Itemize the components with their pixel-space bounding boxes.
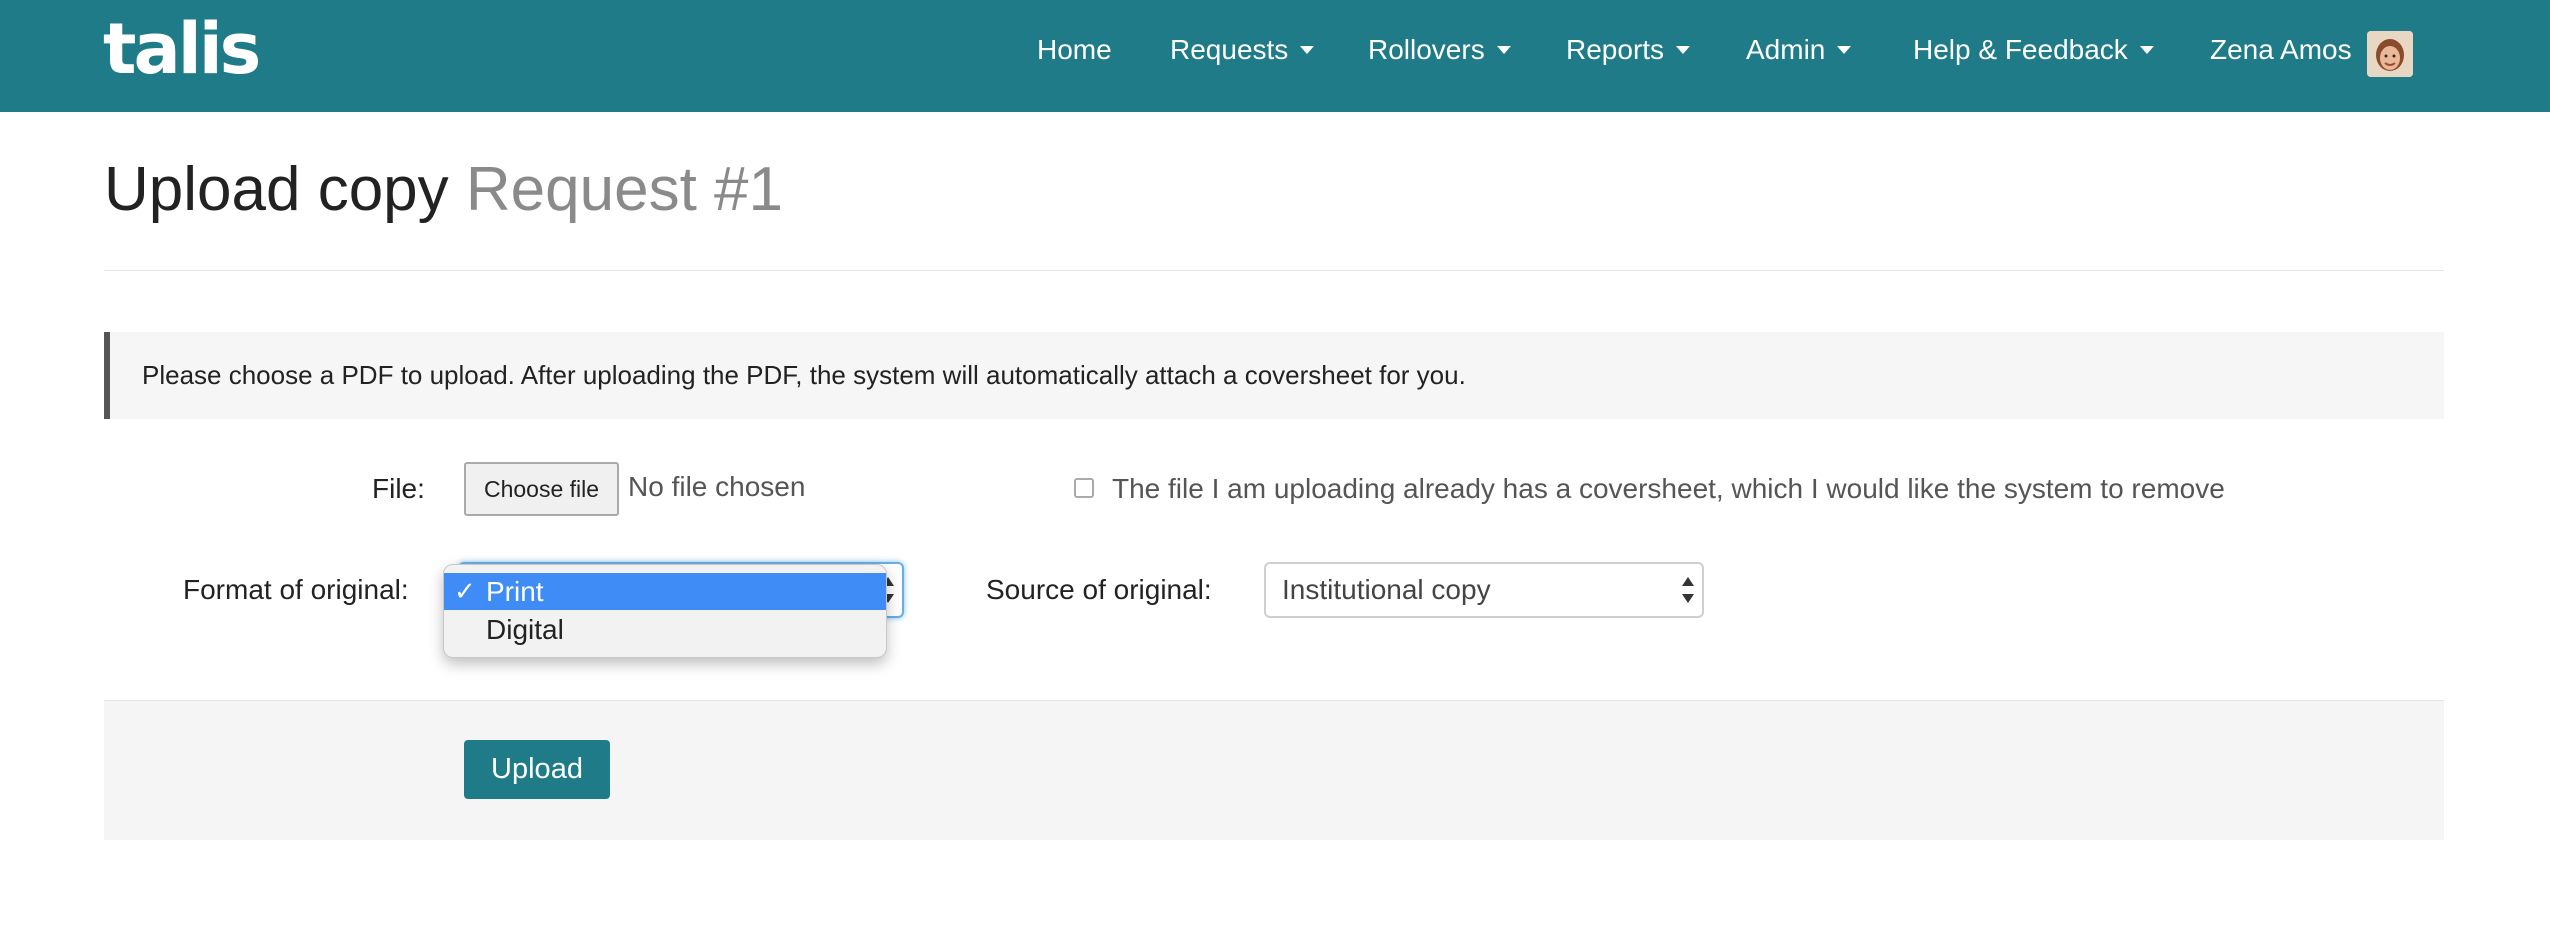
chevron-down-icon (1496, 45, 1511, 54)
nav-home[interactable]: Home (1037, 0, 1112, 100)
file-status: No file chosen (628, 471, 806, 502)
checkmark-icon: ✓ (454, 576, 476, 606)
choose-file-button[interactable]: Choose file (464, 462, 619, 516)
nav-rollovers[interactable]: Rollovers (1368, 0, 1511, 100)
chevron-down-icon (2139, 45, 2154, 54)
format-label: Format of original: (183, 574, 409, 605)
nav-admin[interactable]: Admin (1746, 0, 1852, 100)
format-dropdown-menu: ✓ Print Digital (443, 564, 887, 658)
source-select[interactable]: Institutional copy (1264, 562, 1704, 618)
nav-requests-label: Requests (1170, 34, 1289, 65)
title-divider (104, 270, 2444, 271)
form-actions-bar (104, 700, 2444, 840)
source-select-value: Institutional copy (1282, 574, 1491, 605)
nav-reports-label: Reports (1566, 34, 1665, 65)
nav-help-feedback[interactable]: Help & Feedback (1913, 0, 2154, 100)
page-title-main: Upload copy (104, 155, 449, 224)
page-title: Upload copy Request #1 (104, 150, 783, 230)
source-label: Source of original: (986, 574, 1212, 605)
file-label: File: (372, 473, 425, 504)
chevron-down-icon (1300, 45, 1315, 54)
remove-coversheet-checkbox[interactable] (1074, 478, 1094, 498)
page-subtitle: Request #1 (465, 155, 784, 224)
format-option-label: Print (486, 576, 544, 607)
nav-help-label: Help & Feedback (1913, 34, 2128, 65)
avatar[interactable] (2367, 31, 2413, 77)
top-navbar: talis Home Requests Rollovers Reports Ad… (0, 0, 2550, 112)
format-option-label: Digital (486, 614, 564, 645)
upload-button[interactable]: Upload (464, 740, 610, 799)
nav-user-menu[interactable]: Zena Amos (2210, 0, 2352, 100)
nav-reports[interactable]: Reports (1566, 0, 1691, 100)
nav-admin-label: Admin (1746, 34, 1826, 65)
info-message: Please choose a PDF to upload. After upl… (142, 360, 1466, 390)
talis-logo[interactable]: talis (103, 12, 261, 86)
nav-rollovers-label: Rollovers (1368, 34, 1485, 65)
select-arrows-icon (1682, 577, 1694, 603)
format-option-print[interactable]: ✓ Print (444, 573, 886, 610)
info-callout: Please choose a PDF to upload. After upl… (104, 332, 2444, 419)
user-name: Zena Amos (2210, 34, 2352, 65)
chevron-down-icon (1837, 45, 1852, 54)
nav-home-label: Home (1037, 34, 1112, 65)
chevron-down-icon (1676, 45, 1691, 54)
format-option-digital[interactable]: Digital (444, 611, 886, 648)
user-avatar-image (2367, 31, 2413, 77)
nav-requests[interactable]: Requests (1170, 0, 1315, 100)
remove-coversheet-label[interactable]: The file I am uploading already has a co… (1112, 469, 2225, 509)
